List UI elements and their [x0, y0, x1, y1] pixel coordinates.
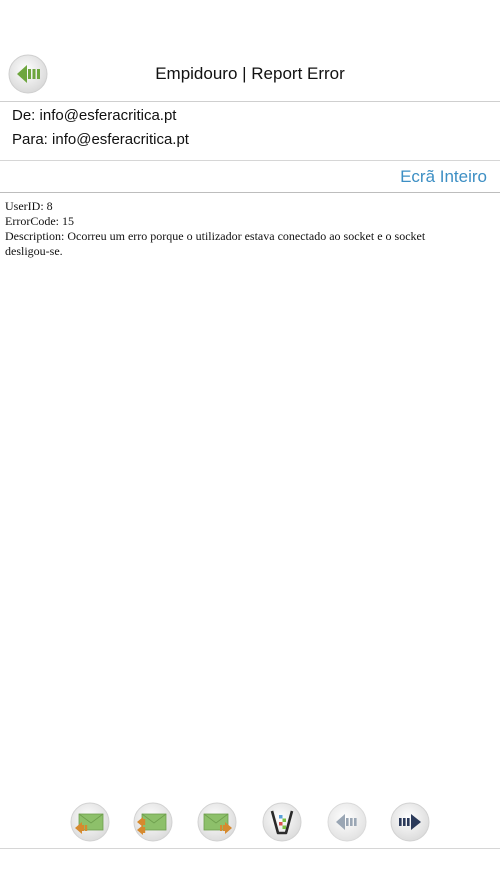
body-line-userid: UserID: 8 — [5, 199, 53, 213]
delete-button[interactable] — [262, 802, 302, 842]
reply-mail-icon — [70, 802, 110, 842]
next-arrow-icon — [390, 802, 430, 842]
from-row: De: info@esferacritica.pt — [12, 107, 176, 124]
next-button[interactable] — [390, 802, 430, 842]
reply-all-button[interactable] — [133, 802, 173, 842]
to-address: info@esferacritica.pt — [52, 131, 189, 148]
bottom-toolbar — [0, 800, 500, 848]
divider — [0, 192, 500, 193]
page-title: Empidouro | Report Error — [155, 64, 345, 83]
reply-all-mail-icon — [133, 802, 173, 842]
from-label: De: — [12, 107, 36, 124]
forward-button[interactable] — [197, 802, 237, 842]
header-bar: Empidouro | Report Error — [0, 0, 500, 102]
previous-button[interactable] — [327, 802, 367, 842]
body-line-errorcode: ErrorCode: 15 — [5, 214, 74, 228]
delete-trash-icon — [262, 802, 302, 842]
message-body: UserID: 8 ErrorCode: 15 Description: Oco… — [5, 199, 493, 259]
fullscreen-link[interactable]: Ecrã Inteiro — [400, 167, 487, 187]
forward-mail-icon — [197, 802, 237, 842]
body-line-description-cont: desligou-se. — [5, 244, 63, 258]
body-line-description: Description: Ocorreu um erro porque o ut… — [5, 229, 426, 243]
reply-button[interactable] — [70, 802, 110, 842]
to-label: Para: — [12, 131, 48, 148]
to-row: Para: info@esferacritica.pt — [12, 131, 189, 148]
divider — [0, 160, 500, 161]
divider — [0, 848, 500, 849]
previous-arrow-icon — [327, 802, 367, 842]
from-address: info@esferacritica.pt — [39, 107, 177, 124]
